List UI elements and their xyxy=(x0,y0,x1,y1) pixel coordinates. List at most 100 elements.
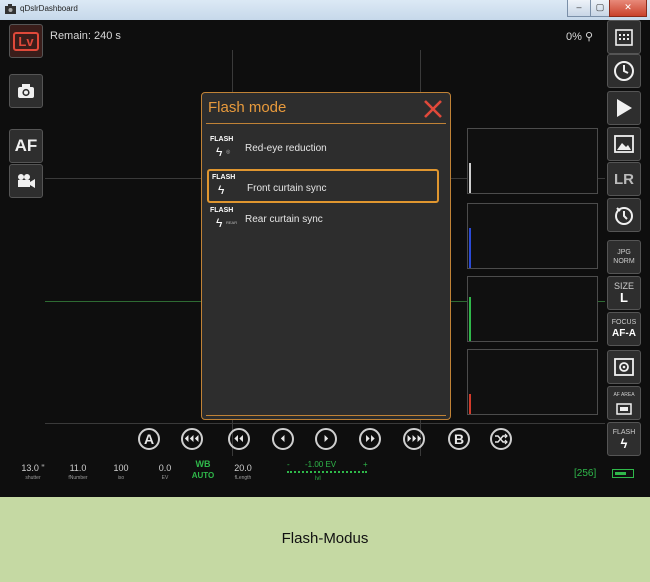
meter-label: lvl xyxy=(315,476,321,482)
focus-near-3-button[interactable]: ⏵⏵⏵ xyxy=(403,428,425,450)
focus-near-1-button[interactable]: ⏵ xyxy=(315,428,337,450)
caption: Flash-Modus xyxy=(281,530,369,547)
zoom-readout[interactable]: 0% ⚲ xyxy=(566,30,593,43)
image-size-button[interactable]: SIZE L xyxy=(607,276,641,310)
shutter-speed[interactable]: 13.0 " shutter xyxy=(15,463,51,481)
meter-value: -1.00 EV xyxy=(305,460,337,469)
flength-value: 20.0 xyxy=(234,463,252,473)
dialog-title: Flash mode xyxy=(208,99,287,116)
flash-tag: FLASH xyxy=(212,174,236,181)
double-forward-icon: ⏵⏵ xyxy=(365,433,375,445)
zoom-value: 0% xyxy=(566,31,585,43)
wb-value: AUTO xyxy=(191,471,215,480)
gallery-button[interactable] xyxy=(607,127,641,161)
close-window-button[interactable]: ✕ xyxy=(609,0,647,17)
metering-button[interactable] xyxy=(607,350,641,384)
triple-rewind-icon: ⏴⏴⏴ xyxy=(184,433,200,445)
flash-option-rear-curtain[interactable]: FLASH ϟ REAR Rear curtain sync xyxy=(207,204,439,234)
self-timer-icon xyxy=(615,207,633,225)
lv-label: Lv xyxy=(13,31,39,51)
aperture[interactable]: 11.0 fNumber xyxy=(60,463,96,481)
autofocus-button[interactable]: AF xyxy=(9,129,43,163)
shuffle-button[interactable] xyxy=(490,428,512,450)
lightning-icon: ϟ xyxy=(216,216,223,230)
minimize-button[interactable]: ‒ xyxy=(567,0,591,17)
bracket-a-button[interactable]: A xyxy=(138,428,160,450)
option-label: Rear curtain sync xyxy=(245,214,323,225)
title-bar: qDslrDashboard ‒ ▢ ✕ xyxy=(0,0,650,20)
bracket-b-button[interactable]: B xyxy=(448,428,470,450)
histogram-bar xyxy=(469,394,471,414)
movie-button[interactable] xyxy=(9,164,43,198)
iso[interactable]: 100 iso xyxy=(104,463,138,481)
focal-length[interactable]: 20.0 fLength xyxy=(226,463,260,481)
exposure-meter: - -1.00 EV + lvl xyxy=(283,460,373,486)
grid-line xyxy=(45,423,605,424)
double-rewind-icon: ⏴⏴ xyxy=(234,433,244,445)
clock-icon xyxy=(614,61,634,81)
battery-icon xyxy=(612,469,634,478)
ev-value: 0.0 xyxy=(158,463,172,473)
shutter-value: 13.0 " xyxy=(21,463,45,473)
focus-far-2-button[interactable]: ⏴⏴ xyxy=(228,428,250,450)
size-value: L xyxy=(620,289,628,305)
jpg-label: JPG xyxy=(617,249,631,256)
step-back-icon: ⏴ xyxy=(280,433,286,445)
flash-option-red-eye[interactable]: FLASH ϟ ◎ Red-eye reduction xyxy=(207,133,439,163)
dialog-divider xyxy=(206,123,446,124)
af-area-label: AF AREA xyxy=(613,392,635,398)
play-icon xyxy=(617,99,632,117)
dialog-divider xyxy=(206,415,446,416)
histogram-blue xyxy=(467,203,598,269)
histogram-bar xyxy=(469,228,471,268)
close-icon[interactable] xyxy=(422,98,444,120)
timelapse-button[interactable] xyxy=(607,20,641,54)
iso-value: 100 xyxy=(113,463,129,473)
fnumber-label: fNumber xyxy=(68,475,88,481)
wb-label: WB xyxy=(195,459,211,469)
search-icon: ⚲ xyxy=(584,31,594,43)
lightroom-button[interactable]: LR xyxy=(607,162,641,196)
calendar-grid-icon xyxy=(615,29,633,46)
focus-far-1-button[interactable]: ⏴ xyxy=(272,428,294,450)
rear-icon: REAR xyxy=(226,220,238,225)
self-timer-button[interactable] xyxy=(607,198,641,232)
iso-label: iso xyxy=(117,475,125,481)
af-area-button[interactable]: AF AREA xyxy=(607,386,641,420)
flength-label: fLength xyxy=(234,475,252,481)
flash-tag: FLASH xyxy=(210,207,234,214)
flash-option-front-curtain[interactable]: FLASH ϟ Front curtain sync xyxy=(207,169,439,203)
meter-minus: - xyxy=(287,460,290,469)
timer-button[interactable] xyxy=(607,54,641,88)
window-title: qDslrDashboard xyxy=(20,4,78,13)
flash-mode-dialog: Flash mode FLASH ϟ ◎ Red-eye reduction F… xyxy=(201,92,451,420)
focus-label: FOCUS xyxy=(611,318,637,326)
camera-icon xyxy=(18,84,34,98)
exposure-compensation[interactable]: 0.0 EV xyxy=(148,463,182,481)
focus-mode-button[interactable]: FOCUS AF-A xyxy=(607,312,641,346)
option-label: Red-eye reduction xyxy=(245,143,327,154)
liveview-button[interactable]: Lv xyxy=(9,24,43,58)
app-window: qDslrDashboard ‒ ▢ ✕ Remain: 240 s 0% ⚲ … xyxy=(0,0,650,497)
remain-label: Remain: 240 s xyxy=(50,30,121,42)
lightning-icon: ϟ xyxy=(216,145,223,159)
shutter-label: shutter xyxy=(25,475,41,481)
focus-near-2-button[interactable]: ⏵⏵ xyxy=(359,428,381,450)
capture-button[interactable] xyxy=(9,74,43,108)
triple-forward-icon: ⏵⏵⏵ xyxy=(406,433,422,445)
focus-value: AF-A xyxy=(612,327,636,339)
histogram-bar xyxy=(469,163,471,193)
lightning-icon: ϟ xyxy=(620,435,628,451)
camera-app-icon xyxy=(5,4,16,14)
histogram-green xyxy=(467,276,598,342)
histogram-luminance xyxy=(467,128,598,194)
focus-far-3-button[interactable]: ⏴⏴⏴ xyxy=(181,428,203,450)
maximize-button[interactable]: ▢ xyxy=(590,0,610,17)
option-label: Front curtain sync xyxy=(247,183,327,194)
image-quality-button[interactable]: JPG NORM xyxy=(607,240,641,274)
movie-camera-icon xyxy=(18,174,35,188)
play-button[interactable] xyxy=(607,91,641,125)
histogram-bar xyxy=(469,297,471,341)
flash-mode-button[interactable]: FLASH ϟ xyxy=(607,422,641,456)
white-balance[interactable]: WB AUTO xyxy=(186,459,220,480)
